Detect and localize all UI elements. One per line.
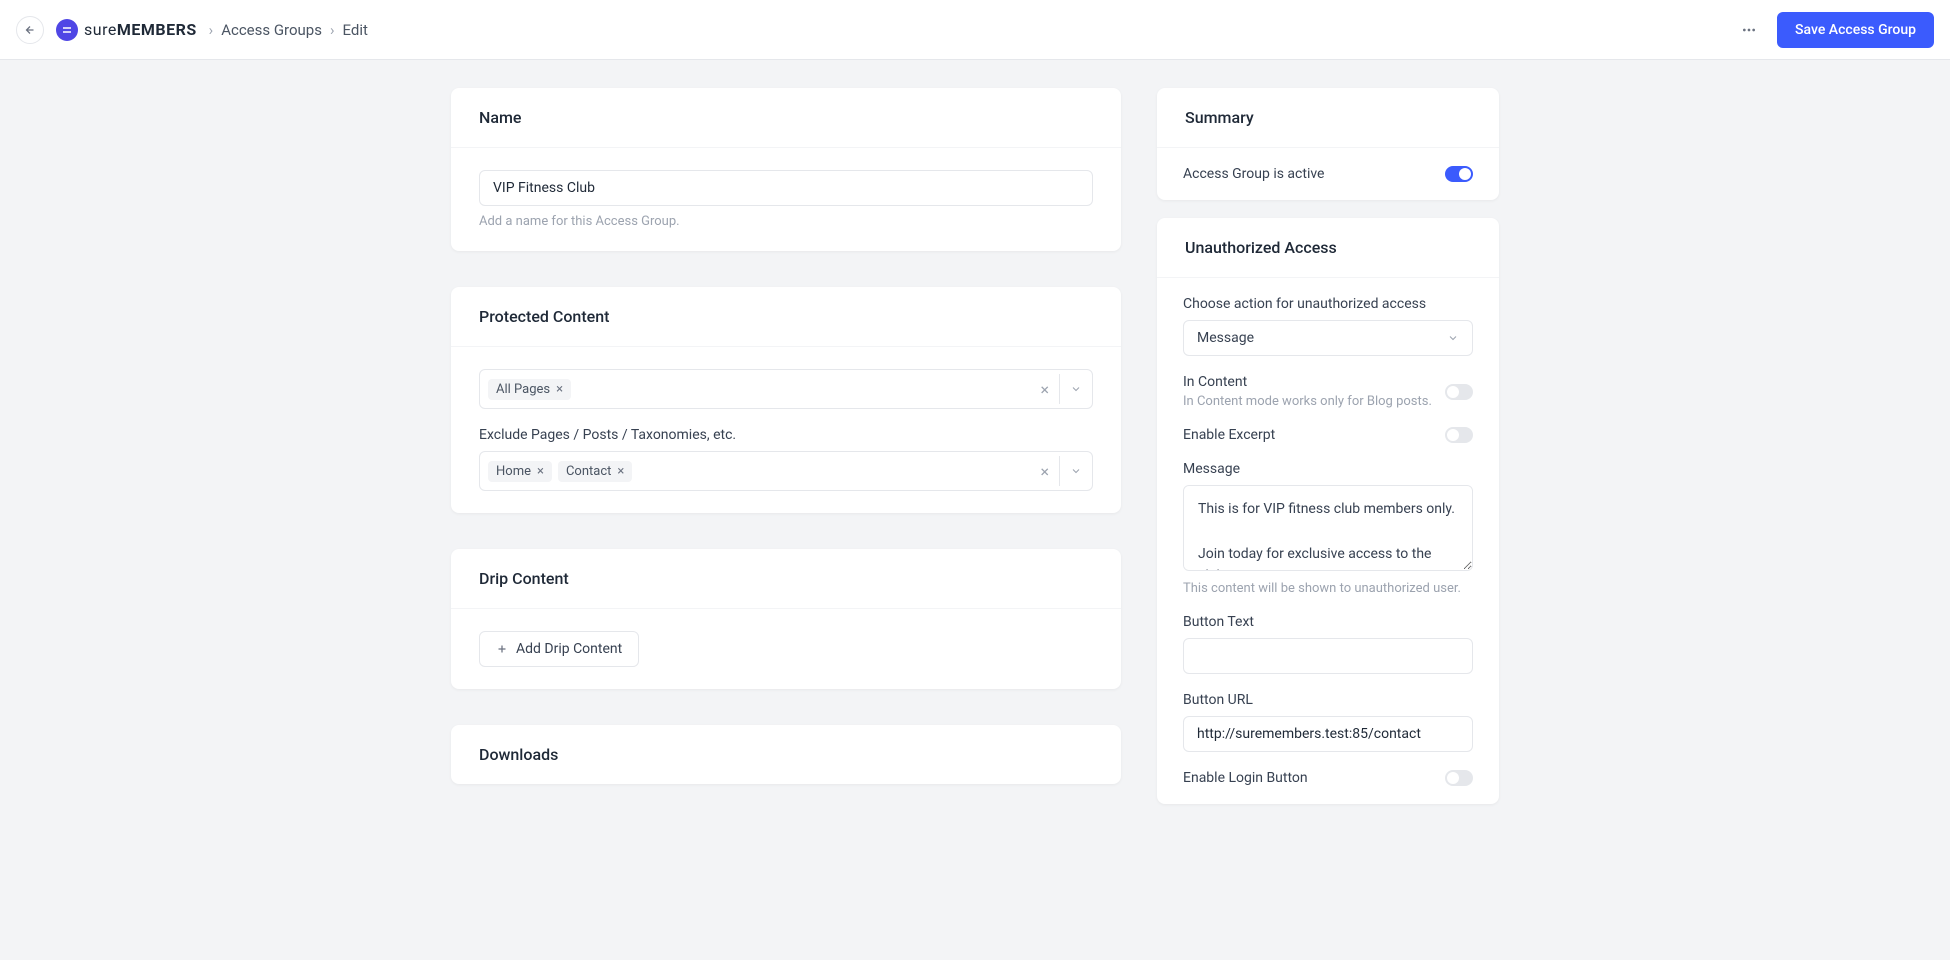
protected-content-title: Protected Content bbox=[451, 287, 1121, 347]
name-helper: Add a name for this Access Group. bbox=[479, 214, 1093, 229]
logo: sureMEMBERS bbox=[56, 19, 197, 41]
excerpt-label: Enable Excerpt bbox=[1183, 427, 1275, 443]
chevron-down-icon bbox=[1447, 332, 1459, 344]
summary-title: Summary bbox=[1157, 88, 1499, 148]
save-access-group-button[interactable]: Save Access Group bbox=[1777, 12, 1934, 48]
active-label: Access Group is active bbox=[1183, 166, 1324, 182]
logo-icon bbox=[56, 19, 78, 41]
logo-text: sureMEMBERS bbox=[84, 20, 197, 39]
chevron-right-icon: › bbox=[209, 21, 214, 39]
include-content-select[interactable]: All Pages × × bbox=[479, 369, 1093, 409]
login-button-toggle[interactable] bbox=[1445, 770, 1473, 786]
breadcrumb-edit: Edit bbox=[343, 21, 368, 39]
button-text-input[interactable] bbox=[1183, 638, 1473, 674]
plus-icon bbox=[496, 643, 508, 655]
tag: Contact × bbox=[558, 461, 632, 482]
login-button-label: Enable Login Button bbox=[1183, 770, 1308, 786]
exclude-content-select[interactable]: Home × Contact × × bbox=[479, 451, 1093, 491]
drip-content-title: Drip Content bbox=[451, 549, 1121, 609]
name-card: Name Add a name for this Access Group. bbox=[451, 88, 1121, 251]
tag-remove-button[interactable]: × bbox=[617, 464, 624, 479]
button-url-label: Button URL bbox=[1183, 692, 1473, 708]
include-dropdown-arrow[interactable] bbox=[1059, 374, 1092, 404]
downloads-title: Downloads bbox=[451, 725, 1121, 784]
exclude-label: Exclude Pages / Posts / Taxonomies, etc. bbox=[479, 427, 1093, 443]
message-label: Message bbox=[1183, 461, 1473, 477]
back-button[interactable] bbox=[16, 16, 44, 44]
message-helper: This content will be shown to unauthoriz… bbox=[1183, 581, 1473, 596]
more-menu-button[interactable] bbox=[1733, 14, 1765, 46]
breadcrumb-access-groups[interactable]: Access Groups bbox=[221, 21, 322, 39]
in-content-label: In Content bbox=[1183, 374, 1432, 390]
breadcrumb: › Access Groups › Edit bbox=[209, 21, 368, 39]
unauthorized-title: Unauthorized Access bbox=[1157, 218, 1499, 278]
chevron-down-icon bbox=[1070, 383, 1082, 395]
unauthorized-access-card: Unauthorized Access Choose action for un… bbox=[1157, 218, 1499, 804]
in-content-toggle[interactable] bbox=[1445, 384, 1473, 400]
tag: All Pages × bbox=[488, 379, 571, 400]
clear-include-button[interactable]: × bbox=[1030, 380, 1059, 399]
tag-remove-button[interactable]: × bbox=[556, 382, 563, 397]
clear-exclude-button[interactable]: × bbox=[1030, 462, 1059, 481]
excerpt-toggle[interactable] bbox=[1445, 427, 1473, 443]
add-drip-content-button[interactable]: Add Drip Content bbox=[479, 631, 639, 667]
in-content-desc: In Content mode works only for Blog post… bbox=[1183, 394, 1432, 409]
arrow-left-icon bbox=[24, 24, 36, 36]
name-card-title: Name bbox=[451, 88, 1121, 148]
active-toggle[interactable] bbox=[1445, 166, 1473, 182]
tag-remove-button[interactable]: × bbox=[537, 464, 544, 479]
tag-label: Home bbox=[496, 464, 531, 479]
name-input[interactable] bbox=[479, 170, 1093, 206]
button-text-label: Button Text bbox=[1183, 614, 1473, 630]
button-url-input[interactable] bbox=[1183, 716, 1473, 752]
tag-label: Contact bbox=[566, 464, 611, 479]
chevron-right-icon: › bbox=[330, 21, 335, 39]
summary-card: Summary Access Group is active bbox=[1157, 88, 1499, 200]
protected-content-card: Protected Content All Pages × × Exclude P… bbox=[451, 287, 1121, 513]
add-drip-label: Add Drip Content bbox=[516, 641, 622, 657]
dots-horizontal-icon bbox=[1741, 22, 1757, 38]
tag-label: All Pages bbox=[496, 382, 550, 397]
action-select[interactable]: Message bbox=[1183, 320, 1473, 356]
message-textarea[interactable] bbox=[1183, 485, 1473, 571]
action-label: Choose action for unauthorized access bbox=[1183, 296, 1473, 312]
exclude-dropdown-arrow[interactable] bbox=[1059, 456, 1092, 486]
action-select-value: Message bbox=[1197, 330, 1254, 346]
chevron-down-icon bbox=[1070, 465, 1082, 477]
tag: Home × bbox=[488, 461, 552, 482]
drip-content-card: Drip Content Add Drip Content bbox=[451, 549, 1121, 689]
downloads-card: Downloads bbox=[451, 725, 1121, 784]
